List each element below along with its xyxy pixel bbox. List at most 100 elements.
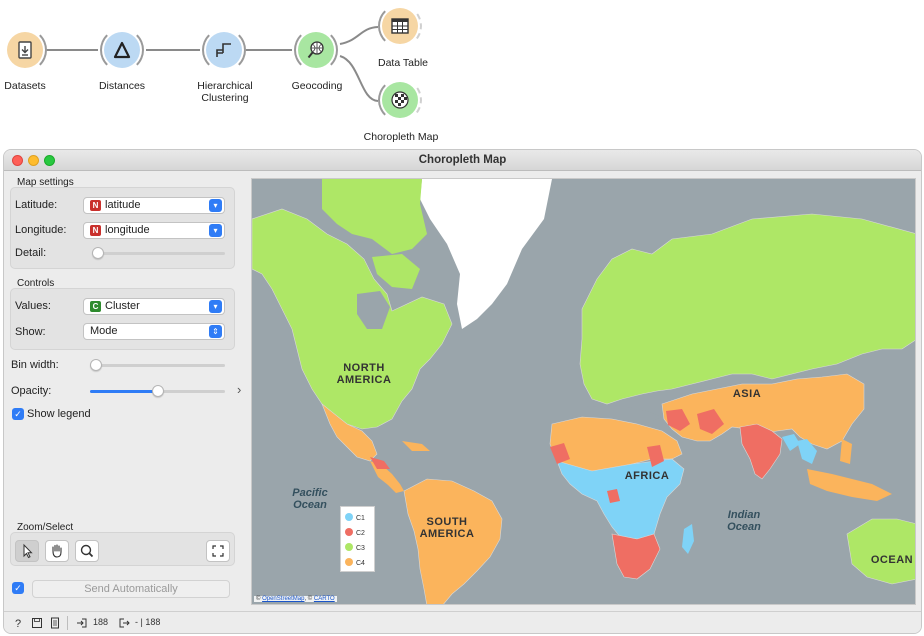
opacity-slider-fill (90, 390, 158, 393)
choropleth-window: Choropleth Map Map settings Latitude: Nl… (3, 149, 922, 634)
opacity-slider[interactable] (90, 385, 225, 397)
values-combo[interactable]: C Cluster ▾ (83, 298, 225, 315)
choropleth-map-view[interactable]: NORTH AMERICA SOUTH AMERICA AFRICA ASIA … (251, 178, 916, 605)
legend-item-c1: C1 (345, 513, 365, 523)
data-table-icon (391, 18, 409, 34)
chevron-down-icon: ▾ (209, 300, 222, 313)
node-label-data-table: Data Table (377, 57, 428, 69)
bin-width-slider-knob[interactable] (90, 359, 102, 371)
label-pacific-ocean: Pacific Ocean (292, 487, 328, 511)
node-hierarchical-clustering[interactable] (200, 26, 250, 76)
zoom-tool-button[interactable] (75, 540, 99, 562)
node-label-geocoding: Geocoding (291, 80, 343, 92)
fit-to-screen-icon (212, 545, 224, 557)
pointer-icon (23, 543, 33, 559)
detail-label: Detail: (15, 247, 47, 259)
send-automatically-button[interactable]: Send Automatically (32, 580, 230, 598)
openstreetmap-link[interactable]: OpenStreetMap (262, 596, 304, 602)
control-area: Map settings Latitude: Nlatitude ▾ Longi… (4, 171, 244, 611)
numeric-variable-icon: N (90, 200, 101, 211)
hierarchical-clustering-icon (216, 43, 231, 57)
hand-icon (52, 544, 62, 558)
reset-zoom-button[interactable] (206, 540, 230, 562)
workflow-canvas[interactable]: Datasets Distances Hierarchical Clusteri… (0, 0, 924, 148)
legend-dot (345, 543, 353, 551)
save-icon[interactable] (31, 617, 43, 629)
legend-dot (345, 528, 353, 536)
select-tool-button[interactable] (15, 540, 39, 562)
node-distances[interactable] (98, 26, 148, 76)
output-data-icon (119, 618, 130, 628)
hierarchical-clustering-circle (206, 32, 242, 68)
node-data-table[interactable] (376, 2, 426, 52)
africa-south (611, 533, 661, 580)
opacity-slider-knob[interactable] (151, 385, 164, 397)
label-north-america: NORTH AMERICA (336, 362, 392, 386)
status-divider (67, 616, 68, 630)
node-choropleth-map[interactable] (376, 76, 426, 126)
show-label: Show: (15, 326, 46, 338)
choropleth-map-circle (382, 82, 418, 118)
bin-width-label: Bin width: (11, 359, 59, 371)
titlebar[interactable]: Choropleth Map (4, 150, 921, 171)
legend-item-c4: C4 (345, 558, 365, 568)
pan-tool-button[interactable] (45, 540, 69, 562)
detail-slider-knob[interactable] (92, 247, 104, 259)
chevron-down-icon: ▾ (209, 224, 222, 237)
report-icon[interactable] (49, 617, 61, 629)
show-legend-label: Show legend (27, 408, 91, 420)
send-automatically-checkbox[interactable]: ✓ (12, 582, 24, 594)
help-icon[interactable]: ? (13, 617, 25, 629)
node-label-choropleth-map: Choropleth Map (363, 131, 439, 143)
label-asia: ASIA (732, 388, 762, 400)
distances-icon (113, 41, 131, 59)
detail-slider[interactable] (92, 247, 225, 259)
show-legend-checkbox[interactable]: ✓ (12, 408, 24, 420)
chevron-down-icon: ▾ (209, 199, 222, 212)
north-america (252, 208, 453, 430)
categorical-variable-icon: C (90, 301, 101, 312)
datasets-circle (7, 32, 43, 68)
svg-text:?: ? (15, 618, 21, 629)
geocoding-icon (307, 41, 324, 59)
node-geocoding[interactable] (292, 26, 342, 76)
status-bar: ? 188 - | 188 (4, 611, 921, 633)
show-combo[interactable]: Mode ⇕ (83, 323, 225, 340)
values-label: Values: (15, 300, 51, 312)
south-america (403, 478, 503, 604)
opacity-label: Opacity: (11, 385, 52, 397)
window-title: Choropleth Map (418, 154, 507, 166)
legend-dot (345, 558, 353, 566)
node-label-distances: Distances (98, 80, 146, 92)
longitude-combo[interactable]: Nlongitude ▾ (83, 222, 225, 239)
label-africa: AFRICA (624, 470, 670, 482)
carto-link[interactable]: CARTO (314, 596, 335, 602)
legend-item-c3: C3 (345, 543, 365, 553)
longitude-label: Longitude: (15, 224, 67, 236)
node-datasets[interactable] (0, 26, 50, 76)
bin-width-slider[interactable] (90, 359, 225, 371)
label-oceania: OCEAN (870, 554, 914, 566)
northern-eurasia (579, 213, 915, 405)
legend-dot (345, 513, 353, 521)
zoom-select-box (10, 532, 235, 566)
label-south-america: SOUTH AMERICA (419, 516, 475, 540)
india (739, 423, 783, 480)
distances-circle (104, 32, 140, 68)
label-indian-ocean: Indian Ocean (727, 509, 761, 533)
magnifier-icon (80, 544, 94, 558)
legend-item-c2: C2 (345, 528, 365, 538)
input-data-icon (77, 618, 87, 628)
map-legend: C1 C2 C3 C4 (340, 506, 375, 572)
numeric-variable-icon: N (90, 225, 101, 236)
input-count: 188 (93, 617, 109, 627)
map-attribution: © OpenStreetMap, © CARTO (254, 596, 337, 602)
geocoding-circle (298, 32, 334, 68)
oceania (846, 518, 915, 585)
latitude-label: Latitude: (15, 199, 58, 211)
chevron-right-icon[interactable]: › (237, 382, 241, 397)
output-count: - | 188 (135, 617, 161, 627)
latitude-combo[interactable]: Nlatitude ▾ (83, 197, 225, 214)
data-table-circle (382, 8, 418, 44)
choropleth-map-icon (391, 91, 409, 109)
